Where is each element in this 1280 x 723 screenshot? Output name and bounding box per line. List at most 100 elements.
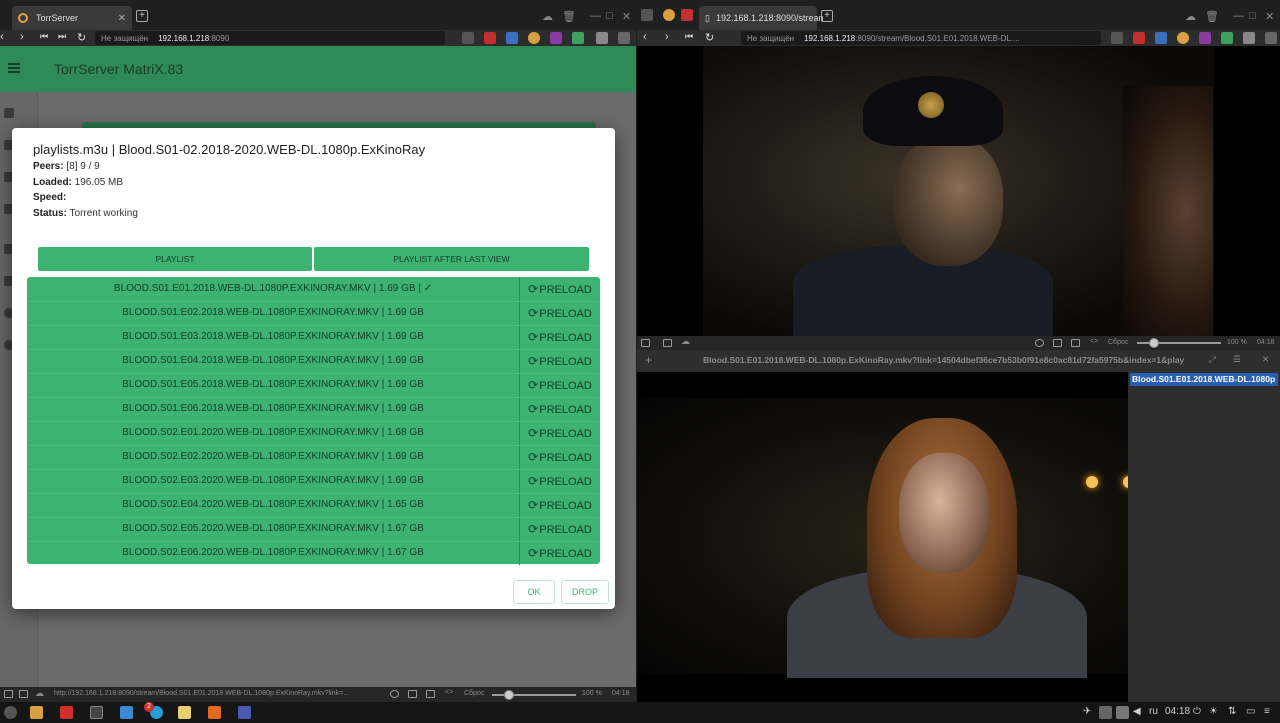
close-window-icon[interactable]: ✕: [1265, 10, 1274, 23]
window-icon[interactable]: [408, 690, 417, 698]
extension-icon[interactable]: [1199, 32, 1211, 44]
zoom-reset-label[interactable]: Сброс: [464, 690, 484, 697]
cloud-sync-icon[interactable]: ☁: [35, 688, 44, 699]
files-icon[interactable]: [30, 706, 43, 719]
extension-icon[interactable]: [1265, 32, 1277, 44]
extension-icon[interactable]: [1177, 32, 1189, 44]
tab-stream[interactable]: ▯ 192.168.1.218:8090/strean: [699, 6, 824, 30]
extension-icon[interactable]: [1155, 32, 1167, 44]
extension-icon[interactable]: [506, 32, 518, 44]
keyboard-layout[interactable]: ru: [1149, 706, 1158, 717]
file-name-link[interactable]: BLOOD.S01.E03.2018.WEB-DL.1080P.EXKINORA…: [27, 325, 520, 349]
add-icon[interactable]: +: [645, 353, 652, 367]
preload-button[interactable]: ⟳PRELOAD: [520, 445, 600, 469]
preload-button[interactable]: ⟳PRELOAD: [520, 421, 600, 445]
playlist-item-selected[interactable]: Blood.S01.E01.2018.WEB-DL.1080p: [1130, 373, 1278, 386]
cloud-icon[interactable]: ☁: [1185, 10, 1196, 23]
capture-icon[interactable]: [1035, 339, 1044, 347]
playlist-after-last-view-button[interactable]: PLAYLIST AFTER LAST VIEW: [314, 247, 589, 271]
player-video-area[interactable]: [637, 372, 1135, 702]
minimize-icon[interactable]: —: [590, 10, 601, 22]
tile-icon[interactable]: [19, 690, 28, 698]
panel-toggle-icon[interactable]: [4, 690, 13, 698]
tray-app-icon[interactable]: [1099, 706, 1112, 719]
reload-icon[interactable]: ↻: [705, 31, 714, 44]
preload-button[interactable]: ⟳PRELOAD: [520, 301, 600, 325]
extension-icon[interactable]: [618, 32, 630, 44]
menu-icon[interactable]: ☰: [1233, 354, 1241, 365]
extension-icon[interactable]: [550, 32, 562, 44]
tray-app-icon[interactable]: [1116, 706, 1129, 719]
notifications-icon[interactable]: ≡: [1264, 706, 1270, 717]
fast-forward-icon[interactable]: ⏭: [58, 31, 66, 42]
preload-button[interactable]: ⟳PRELOAD: [520, 349, 600, 373]
pinned-tab-icon[interactable]: [681, 9, 693, 21]
network-icon[interactable]: ⇅: [1228, 706, 1236, 717]
maximize-icon[interactable]: □: [1249, 10, 1256, 22]
capture-icon[interactable]: [390, 690, 399, 698]
forward-icon[interactable]: ›: [20, 31, 24, 43]
volume-icon[interactable]: ◀: [1133, 706, 1141, 717]
first-icon[interactable]: ⏮: [40, 31, 48, 42]
back-icon[interactable]: ‹: [0, 31, 4, 43]
image-icon[interactable]: [1071, 339, 1080, 347]
vivaldi-icon[interactable]: [60, 706, 73, 719]
preload-button[interactable]: ⟳PRELOAD: [520, 397, 600, 421]
file-name-link[interactable]: BLOOD.S01.E01.2018.WEB-DL.1080P.EXKINORA…: [27, 277, 520, 301]
tab-torrserver[interactable]: TorrServer ✕: [12, 6, 132, 30]
code-icon[interactable]: <>: [1090, 338, 1098, 345]
file-name-link[interactable]: BLOOD.S02.E05.2020.WEB-DL.1080P.EXKINORA…: [27, 517, 520, 541]
file-name-link[interactable]: BLOOD.S01.E02.2018.WEB-DL.1080P.EXKINORA…: [27, 301, 520, 325]
close-icon[interactable]: ✕: [1262, 354, 1269, 365]
file-name-link[interactable]: BLOOD.S01.E04.2018.WEB-DL.1080P.EXKINORA…: [27, 349, 520, 373]
forward-icon[interactable]: ›: [665, 31, 669, 43]
menu-icon[interactable]: [8, 63, 20, 73]
add-torrent-icon[interactable]: [4, 108, 14, 118]
file-name-link[interactable]: BLOOD.S01.E05.2018.WEB-DL.1080P.EXKINORA…: [27, 373, 520, 397]
reload-icon[interactable]: ↻: [77, 31, 86, 44]
file-name-link[interactable]: BLOOD.S02.E02.2020.WEB-DL.1080P.EXKINORA…: [27, 445, 520, 469]
cloud-sync-icon[interactable]: ☁: [681, 336, 690, 347]
new-tab-button[interactable]: +: [821, 10, 833, 22]
file-name-link[interactable]: BLOOD.S02.E06.2020.WEB-DL.1080P.EXKINORA…: [27, 541, 520, 565]
ok-button[interactable]: OK: [513, 580, 555, 604]
back-icon[interactable]: ‹: [643, 31, 647, 43]
zoom-reset-label[interactable]: Сброс: [1108, 339, 1128, 346]
extension-icon[interactable]: [596, 32, 608, 44]
zoom-slider-handle[interactable]: [504, 690, 514, 700]
panel-toggle-icon[interactable]: [641, 339, 650, 347]
preload-button[interactable]: ⟳PRELOAD: [520, 373, 600, 397]
code-icon[interactable]: <>: [445, 689, 453, 696]
browser-video-frame[interactable]: [637, 46, 1280, 336]
preload-button[interactable]: ⟳PRELOAD: [520, 541, 600, 565]
zoom-slider-handle[interactable]: [1149, 338, 1159, 348]
trash-icon[interactable]: 🗑: [1205, 10, 1219, 23]
start-menu-icon[interactable]: [4, 706, 17, 719]
preload-button[interactable]: ⟳PRELOAD: [520, 493, 600, 517]
tile-icon[interactable]: [663, 339, 672, 347]
extension-icon[interactable]: [1243, 32, 1255, 44]
maximize-icon[interactable]: □: [606, 10, 613, 22]
vivaldi-menu-icon[interactable]: [641, 9, 653, 21]
extension-icon[interactable]: [484, 32, 496, 44]
clock[interactable]: 04:18: [1165, 706, 1190, 717]
file-name-link[interactable]: BLOOD.S02.E01.2020.WEB-DL.1080P.EXKINORA…: [27, 421, 520, 445]
terminal-icon[interactable]: [90, 706, 103, 719]
pinned-tab-icon[interactable]: [663, 9, 675, 21]
power-icon[interactable]: ⏻: [1193, 706, 1201, 717]
trash-icon[interactable]: 🗑: [562, 10, 576, 23]
extension-icon[interactable]: [1133, 32, 1145, 44]
brightness-icon[interactable]: ☀: [1209, 706, 1218, 717]
window-icon[interactable]: [1053, 339, 1062, 347]
image-icon[interactable]: [426, 690, 435, 698]
firefox-icon[interactable]: [208, 706, 221, 719]
close-tab-icon[interactable]: ✕: [118, 13, 126, 24]
new-tab-button[interactable]: +: [136, 10, 148, 22]
file-name-link[interactable]: BLOOD.S02.E04.2020.WEB-DL.1080P.EXKINORA…: [27, 493, 520, 517]
file-name-link[interactable]: BLOOD.S02.E03.2020.WEB-DL.1080P.EXKINORA…: [27, 469, 520, 493]
media-icon[interactable]: [238, 706, 251, 719]
url-field[interactable]: Не защищён 192.168.1.218 :8090: [95, 31, 445, 45]
browser-icon[interactable]: [120, 706, 133, 719]
preload-button[interactable]: ⟳PRELOAD: [520, 469, 600, 493]
preload-button[interactable]: ⟳PRELOAD: [520, 277, 600, 301]
